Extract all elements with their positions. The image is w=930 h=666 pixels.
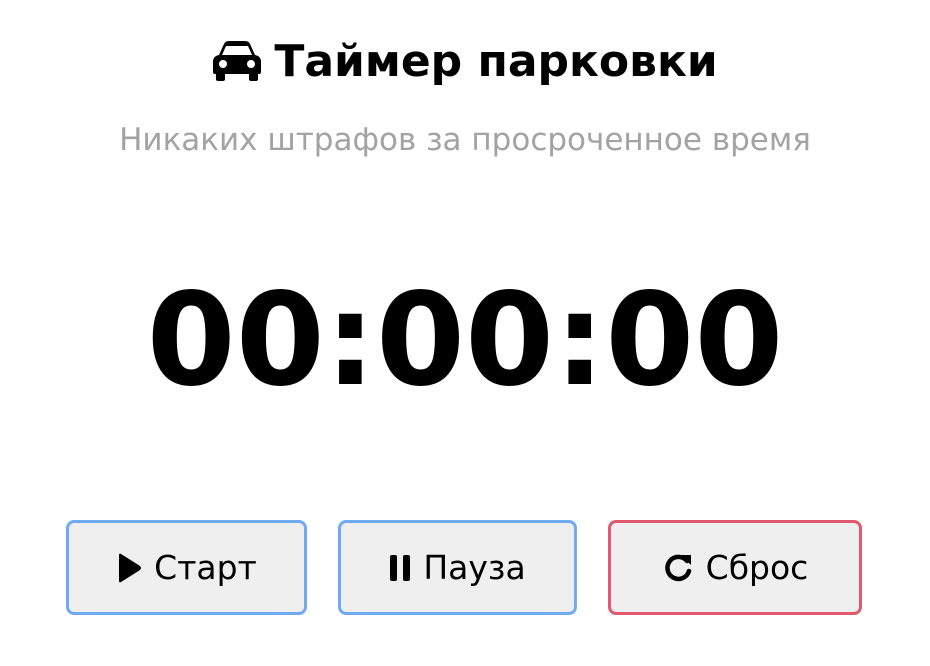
pause-button[interactable]: Пауза <box>338 520 577 615</box>
reset-button-label: Сброс <box>705 548 809 587</box>
pause-icon <box>389 554 411 582</box>
page-title: Таймер парковки <box>274 35 718 87</box>
reset-button[interactable]: Сброс <box>608 520 862 615</box>
page-subtitle: Никаких штрафов за просроченное время <box>119 122 811 158</box>
play-icon <box>116 553 142 583</box>
app-header: Таймер парковки <box>0 33 930 89</box>
redo-icon <box>662 552 694 584</box>
car-icon <box>212 40 262 82</box>
start-button-label: Старт <box>154 548 257 587</box>
timer-display: 00:00:00 <box>146 266 784 415</box>
pause-button-label: Пауза <box>423 548 526 587</box>
start-button[interactable]: Старт <box>66 520 307 615</box>
